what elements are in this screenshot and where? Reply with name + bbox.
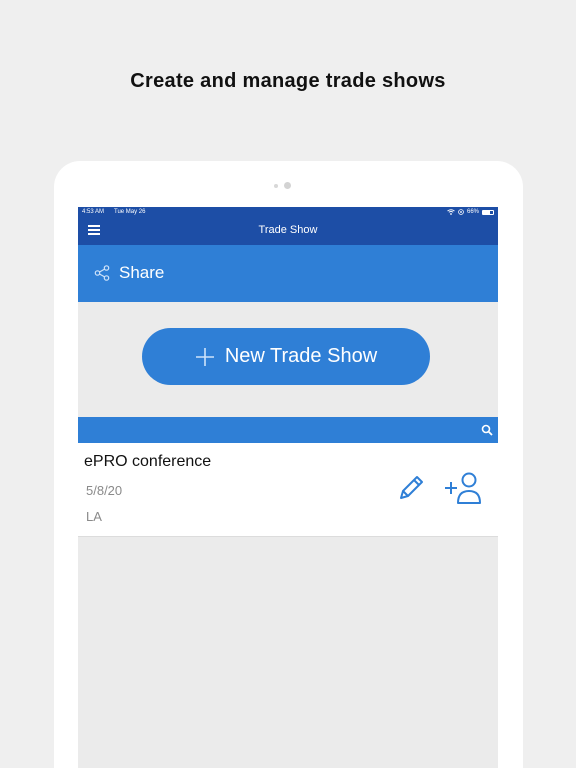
add-user-icon[interactable] (444, 472, 482, 504)
status-time: 4:53 AM (82, 209, 105, 215)
new-trade-show-button[interactable]: New Trade Show (142, 328, 430, 385)
trade-show-date: 5/8/20 (86, 483, 123, 498)
search-bar[interactable] (78, 417, 498, 443)
trade-show-name: ePRO conference (84, 453, 212, 470)
status-bar: 4:53 AM Tue May 26 66% (78, 207, 498, 217)
nav-bar: Trade Show (78, 217, 498, 245)
share-button[interactable]: Share (78, 245, 498, 302)
share-label: Share (119, 263, 165, 282)
wifi-icon (447, 209, 455, 215)
tablet-sensor (274, 184, 278, 188)
orientation-lock-icon (458, 209, 464, 215)
edit-pencil-icon[interactable] (397, 472, 427, 502)
plus-icon (195, 347, 214, 366)
search-icon[interactable] (481, 424, 493, 436)
trade-show-location: LA (86, 509, 102, 524)
share-icon (94, 265, 110, 281)
marketing-headline: Create and manage trade shows (130, 70, 446, 92)
battery-percent: 66% (466, 209, 479, 215)
new-trade-show-label: New Trade Show (224, 345, 378, 367)
app-screen: 4:53 AM Tue May 26 66% Trade Show Share … (78, 207, 498, 768)
tablet-camera (284, 182, 291, 189)
status-right: 66% (447, 207, 494, 217)
battery-icon (482, 209, 494, 215)
nav-title: Trade Show (258, 224, 318, 236)
trade-show-item[interactable]: ePRO conference 5/8/20 LA (78, 443, 498, 537)
status-date: Tue May 26 (114, 209, 146, 215)
